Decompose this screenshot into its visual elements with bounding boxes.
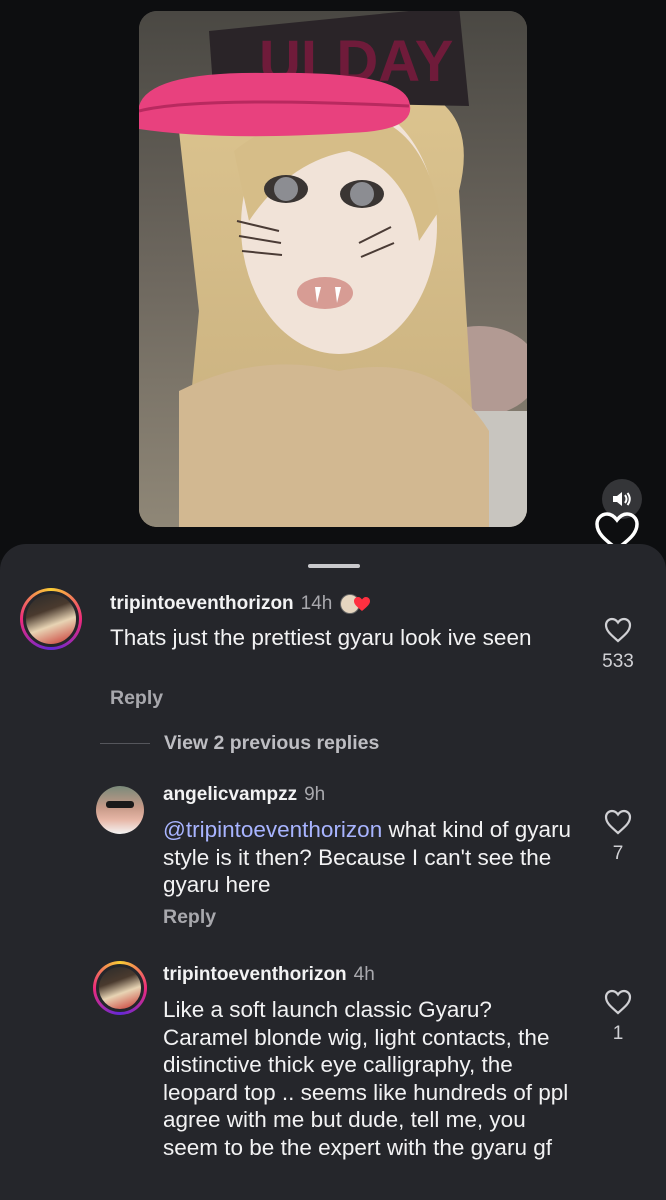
avatar[interactable] xyxy=(20,588,82,650)
reply-time: 9h xyxy=(304,784,326,805)
author-liked-badge xyxy=(340,592,376,616)
reply-button[interactable]: Reply xyxy=(163,906,216,929)
reply-username[interactable]: tripintoeventhorizon xyxy=(163,964,347,986)
video-player[interactable]: ULDAY xyxy=(139,11,527,527)
sunglasses xyxy=(106,801,134,808)
comment-item: tripintoeventhorizon 14h Thats just the … xyxy=(0,544,666,734)
comment-meta: tripintoeventhorizon 14h xyxy=(110,592,376,616)
like-button[interactable]: 1 xyxy=(598,989,638,1045)
reply-button[interactable]: Reply xyxy=(110,687,163,710)
avatar[interactable] xyxy=(93,961,147,1015)
comment-username[interactable]: tripintoeventhorizon xyxy=(110,593,294,615)
reply-text: Like a soft launch classic Gyaru? Carame… xyxy=(163,997,569,1160)
video-frame: ULDAY xyxy=(139,11,527,527)
avatar[interactable] xyxy=(96,786,144,834)
reply-meta: angelicvampzz 9h xyxy=(163,784,325,806)
like-count: 1 xyxy=(612,1023,624,1044)
heart-outline-icon xyxy=(604,617,632,643)
comments-sheet[interactable]: tripintoeventhorizon 14h Thats just the … xyxy=(0,544,666,1200)
heart-outline-icon xyxy=(604,989,632,1015)
heart-outline-icon xyxy=(604,809,632,835)
like-button[interactable]: 533 xyxy=(598,617,638,673)
like-button[interactable]: 7 xyxy=(598,809,638,865)
avatar-image xyxy=(96,964,144,1012)
avatar-image xyxy=(23,591,79,647)
reply-item: tripintoeventhorizon 4h Like a soft laun… xyxy=(0,956,666,1200)
reply-username[interactable]: angelicvampzz xyxy=(163,784,297,806)
comment-time: 14h xyxy=(300,593,333,614)
comment-text: Thats just the prettiest gyaru look ive … xyxy=(110,625,532,650)
reply-meta: tripintoeventhorizon 4h xyxy=(163,964,375,986)
view-previous-replies[interactable]: View 2 previous replies xyxy=(100,732,379,755)
speaker-icon xyxy=(613,492,631,506)
like-count: 7 xyxy=(612,843,624,864)
video-area: ULDAY xyxy=(0,0,666,560)
mention-link[interactable]: @tripintoeventhorizon xyxy=(163,817,382,842)
view-replies-label[interactable]: View 2 previous replies xyxy=(164,732,379,755)
reply-time: 4h xyxy=(353,964,375,985)
reply-text: @tripintoeventhorizon what kind of gyaru… xyxy=(163,816,573,899)
heart-filled-icon xyxy=(354,597,371,611)
reply-item: angelicvampzz 9h @tripintoeventhorizon w… xyxy=(0,774,666,954)
like-count: 533 xyxy=(602,651,634,672)
divider xyxy=(100,743,150,744)
